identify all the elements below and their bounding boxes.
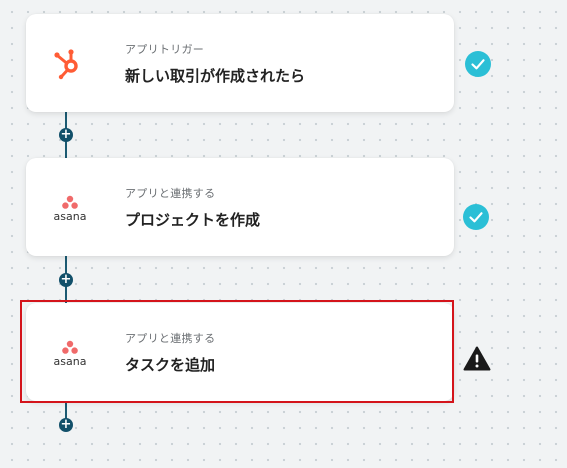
warning-icon <box>463 346 491 371</box>
selected-step-highlight <box>20 300 454 403</box>
step-title: プロジェクトを作成 <box>125 211 261 229</box>
check-circle-icon <box>463 204 489 230</box>
asana-logo-icon: asana <box>54 195 87 223</box>
step-subtitle: アプリトリガー <box>125 43 205 56</box>
add-step-button[interactable]: + <box>59 128 73 142</box>
add-step-button[interactable]: + <box>59 273 73 287</box>
check-circle-icon <box>465 51 491 77</box>
step-subtitle: アプリと連携する <box>125 187 216 200</box>
svg-text:asana: asana <box>54 210 87 223</box>
flow-step-card-trigger[interactable]: アプリトリガー 新しい取引が作成されたら <box>26 14 454 112</box>
hubspot-logo-icon <box>54 49 78 80</box>
add-step-button[interactable]: + <box>59 418 73 432</box>
step-title: 新しい取引が作成されたら <box>125 67 306 85</box>
flow-step-card-create-project[interactable]: asana アプリと連携する プロジェクトを作成 <box>26 158 454 256</box>
